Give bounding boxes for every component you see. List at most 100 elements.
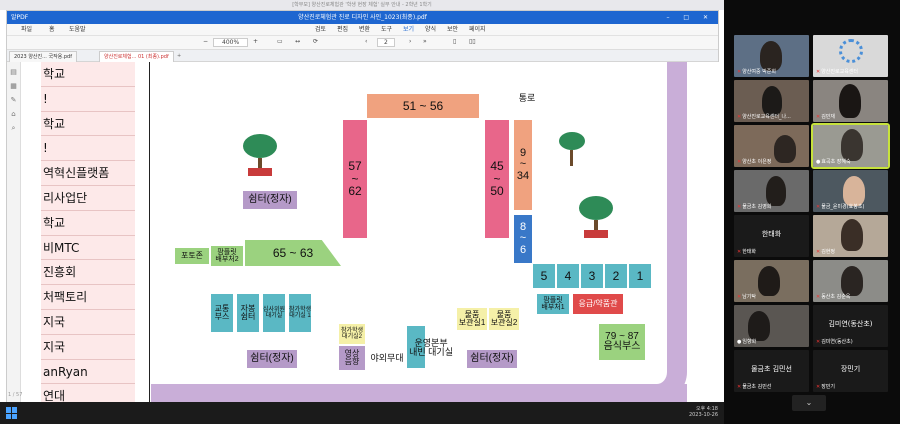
list-row: ! (41, 136, 135, 162)
booth-1: 1 (629, 264, 651, 288)
mic-muted-icon: ✕ (737, 203, 742, 210)
clock: 오후 4:18 2023-10-26 (688, 406, 718, 418)
participant-tile[interactable]: 물금초 김민선 ✕ 물금초 김민선 (734, 350, 809, 392)
list-row: 학교 (41, 62, 135, 87)
menu-help[interactable]: 도움말 (69, 24, 86, 36)
mic-muted-icon: ✕ (737, 383, 742, 390)
participant-tile[interactable]: ✕ 동산초 김순옥 (813, 260, 888, 302)
shelter-3: 쉼터(정자) (467, 350, 517, 368)
fit-width-icon[interactable]: ↔ (295, 38, 300, 45)
mic-muted-icon: ✕ (816, 293, 821, 300)
participant-tile[interactable]: 한태화 ✕ 한태화 (734, 215, 809, 257)
participant-tile-speaking[interactable]: ● 효곡초 장혜숙 (811, 123, 890, 169)
search-icon[interactable]: ⌕ (7, 124, 20, 133)
menu-home[interactable]: 홈 (49, 24, 55, 36)
window-title: [학부모] 양산진로체험관 '학생 현장 체험' 실무 안내 - 2학년 1학기 (0, 0, 724, 10)
participant-tile[interactable]: ✕ 양산진로교육센터 (813, 35, 888, 77)
transport-booth: 교통 부스 (211, 294, 233, 332)
ribbon-page[interactable]: 페이지 (469, 24, 486, 36)
bookmark-icon[interactable]: ▤ (7, 68, 20, 76)
participant-tile[interactable]: ✕ 김현정 (813, 215, 888, 257)
student-room-2: 참가학생 대기실2 (339, 324, 365, 344)
ribbon-edit[interactable]: 편집 (337, 24, 348, 36)
ribbon-form[interactable]: 양식 (425, 24, 436, 36)
booth-45-50: 45 ~ 50 (485, 120, 509, 238)
tab-doc-2[interactable]: 양산진로체험... 01 (최종).pdf (99, 51, 174, 62)
two-page-icon[interactable]: ▯▯ (469, 38, 476, 45)
mic-muted-icon: ✕ (737, 248, 742, 255)
zoom-out-icon[interactable]: − (203, 38, 208, 45)
list-row: 비MTC (41, 235, 135, 261)
list-row: 리사업단 (41, 185, 135, 211)
participant-tile[interactable]: ✕ 양산진로교육센터_나... (734, 80, 809, 122)
shared-screen: [학부모] 양산진로체험관 '학생 현장 체험' 실무 안내 - 2학년 1학기… (0, 0, 724, 424)
new-tab-icon[interactable]: + (177, 50, 181, 62)
mic-muted-icon: ✕ (737, 158, 742, 165)
attachment-icon[interactable]: ⌂ (7, 110, 20, 118)
participant-tile[interactable]: ✕ 김민재 (813, 80, 888, 122)
comment-icon[interactable]: ✎ (7, 96, 20, 104)
window-controls[interactable]: – □ ✕ (666, 11, 714, 24)
windows-start-icon[interactable] (6, 407, 18, 419)
label-passage: 통로 (518, 93, 536, 104)
tree-icon (559, 132, 585, 166)
mic-muted-icon: ✕ (816, 383, 821, 390)
pdf-page-left-list: 학교 ! 학교 ! 역혁신플랫폼 리사업단 학교 비MTC 진흥회 처팩토리 지… (41, 62, 135, 410)
rotate-icon[interactable]: ⟳ (313, 38, 318, 45)
participant-tile[interactable]: ● 임향화 (734, 305, 809, 347)
food-booths: 79 ~ 87 음식부스 (599, 324, 645, 360)
zoom-in-icon[interactable]: + (253, 38, 258, 45)
participant-tile[interactable]: ✕ 양산여중 박준희 (734, 35, 809, 77)
ribbon-convert[interactable]: 변환 (359, 24, 370, 36)
next-page-icon[interactable]: › (409, 38, 411, 45)
outdoor-stage: 야외무대 (370, 353, 404, 364)
mic-muted-icon: ✕ (737, 113, 742, 120)
menu-bar: 파일 홈 도움말 검토 편집 변환 도구 보기 양식 보안 페이지 (7, 24, 718, 36)
photo-zone: 포토존 (175, 248, 209, 264)
taskbar: 오후 4:18 2023-10-26 (0, 402, 724, 424)
ribbon-security[interactable]: 보안 (447, 24, 458, 36)
pamphlet-1: 팜플릿 배부처1 (537, 294, 569, 314)
mic-on-icon: ● (737, 338, 742, 345)
video-sound: 영상 음향 (339, 346, 365, 370)
storage-1: 물품 보관실1 (457, 308, 487, 330)
pdf-viewer-window: 알PDF 양산진로체험관 진로 디자인 사인_1023(최종).pdf – □ … (6, 10, 724, 415)
participant-tile[interactable]: ✕ 물금_윤미경(효봉초) (813, 170, 888, 212)
single-page-icon[interactable]: ▯ (453, 38, 456, 45)
list-row: 지국 (41, 309, 135, 335)
page-input[interactable]: 2 (377, 38, 395, 47)
ribbon-tools[interactable]: 도구 (381, 24, 392, 36)
mic-on-icon: ● (816, 158, 821, 165)
menu-file[interactable]: 파일 (21, 24, 32, 36)
ribbon-review[interactable]: 검토 (315, 24, 326, 36)
tab-doc-1[interactable]: 2023 양산진... 국작용.pdf (9, 51, 77, 62)
participant-tile[interactable]: ✕ 양산초 이은정 (734, 125, 809, 167)
participant-tile[interactable]: 김미연(동산초) ✕ 김미연(동산초) (813, 305, 888, 347)
shelter-2: 쉼터(정자) (247, 350, 297, 368)
mic-muted-icon: ✕ (816, 338, 821, 345)
participant-name-center: 물금초 김민선 (751, 365, 792, 373)
ops-hq: 운영본부 내빈 대기실 (409, 337, 453, 357)
view-toolbar: − 400% + ▭ ↔ ⟳ ‹ 2 › » ▯ ▯▯ (7, 36, 718, 50)
app-titlebar: 알PDF 양산진로체험관 진로 디자인 사인_1023(최종).pdf – □ … (7, 11, 718, 24)
prev-page-icon[interactable]: ‹ (365, 38, 367, 45)
chevron-down-icon[interactable]: ⌄ (792, 395, 826, 411)
page-status: 1 / 57 (8, 392, 23, 398)
pamphlet-2: 팜플릿 배부처2 (211, 246, 243, 266)
last-page-icon[interactable]: » (423, 38, 427, 45)
storage-2: 물품 보관실2 (489, 308, 519, 330)
tree-bench-icon (243, 134, 277, 176)
list-row: ! (41, 86, 135, 112)
booth-57-62: 57 ~ 62 (343, 120, 367, 238)
ribbon-view[interactable]: 보기 (403, 24, 414, 36)
booth-65-63: 65 ~ 63 (245, 240, 341, 266)
participant-tile[interactable]: ✕ 남기탁 (734, 260, 809, 302)
list-row: 진흥회 (41, 260, 135, 286)
participant-tile[interactable]: ✕ 물금초 김영희 (734, 170, 809, 212)
document-tabs: 2023 양산진... 국작용.pdf 양산진로체험... 01 (최종).pd… (7, 50, 718, 62)
thumbnail-icon[interactable]: ▦ (7, 82, 20, 90)
mic-muted-icon: ✕ (816, 203, 821, 210)
fit-page-icon[interactable]: ▭ (277, 38, 283, 45)
participant-tile[interactable]: 장민기 ✕ 장민기 (813, 350, 888, 392)
zoom-input[interactable]: 400% (213, 38, 249, 47)
